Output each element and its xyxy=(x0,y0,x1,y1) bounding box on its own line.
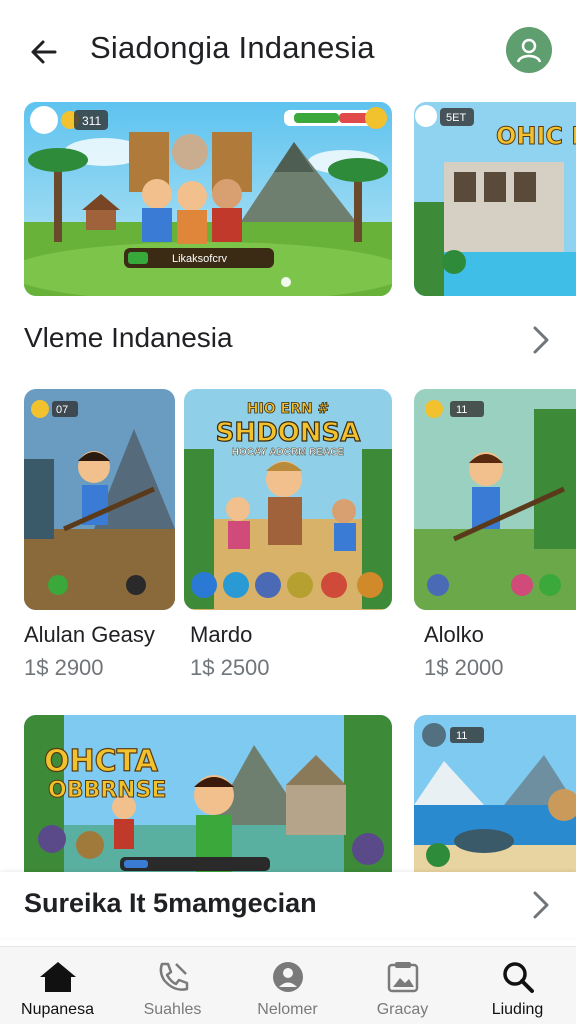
banner-logo-1: OHCTA xyxy=(44,744,159,779)
search-icon xyxy=(498,959,538,995)
account-icon xyxy=(516,38,542,63)
banner-game-card-2[interactable]: 11 xyxy=(414,715,576,885)
game-price: 1$ 2000 xyxy=(424,655,504,680)
app-bar: Siadongia Indanesia xyxy=(0,0,576,100)
nav-label: Suahles xyxy=(143,1001,202,1018)
featured-game-card[interactable]: 311 Likaksofcrv xyxy=(24,102,392,296)
nav-item-home[interactable]: Nupanesa xyxy=(0,947,115,1024)
nav-label: Liuding xyxy=(491,1001,544,1018)
chevron-right-icon xyxy=(533,891,549,919)
game-card[interactable]: 11 xyxy=(414,389,576,610)
section-banner[interactable]: Sureika It 5mamgecian xyxy=(0,872,576,938)
game-card[interactable]: 07 xyxy=(24,389,175,610)
game-sub-text: HOCAY ADCRM REACE xyxy=(232,447,345,458)
nav-item-profile[interactable]: Nelomer xyxy=(230,947,345,1024)
page-title: Siadongia Indanesia xyxy=(90,30,375,65)
game-price: 1$ 2500 xyxy=(190,655,270,680)
arrow-left-icon xyxy=(31,40,57,64)
section-header: Vleme Indanesia xyxy=(0,312,576,368)
back-button[interactable] xyxy=(22,30,66,74)
nav-label: Nupanesa xyxy=(21,1001,94,1018)
game-logo: SHDONSA xyxy=(216,418,361,448)
nav-item-search[interactable]: Liuding xyxy=(460,947,575,1024)
game-name: Alolko xyxy=(424,622,484,647)
game-top-text: HIO ERN # xyxy=(247,401,329,417)
featured-progress-label: Likaksofcrv xyxy=(172,253,228,265)
profile-avatar-button[interactable] xyxy=(506,27,552,73)
nav-item-gallery[interactable]: Gracay xyxy=(345,947,460,1024)
phone-icon xyxy=(153,959,193,995)
game-name: Mardo xyxy=(190,622,253,647)
banner-2-badge: 11 xyxy=(456,730,467,742)
section-more-button[interactable] xyxy=(524,320,558,360)
banner-logo-2: OBBRNSE xyxy=(48,778,166,803)
gallery-icon xyxy=(383,959,423,995)
nav-label: Nelomer xyxy=(257,1001,318,1018)
banner-artwork-2: 11 xyxy=(414,715,576,885)
game-artwork: HIO ERN # SHDONSA HOCAY ADCRM REACE xyxy=(184,389,392,610)
section-banner-title: Sureika It 5mamgecian xyxy=(24,888,317,918)
section-banner-more-button[interactable] xyxy=(524,885,558,925)
game-badge: 07 xyxy=(56,404,68,416)
home-icon xyxy=(38,959,78,995)
banner-artwork: OHCTA OBBRNSE xyxy=(24,715,392,885)
user-circle-icon xyxy=(268,959,308,995)
nav-item-calls[interactable]: Suahles xyxy=(115,947,230,1024)
game-badge: 11 xyxy=(456,404,467,416)
featured-game-artwork: 311 Likaksofcrv xyxy=(24,102,392,296)
section-title: Vleme Indanesia xyxy=(24,322,233,353)
banner-game-card[interactable]: OHCTA OBBRNSE xyxy=(24,715,392,885)
featured-2-badge: 5ЕТ xyxy=(446,112,466,124)
featured-game-artwork-2: 5ЕТ OHIC BIRL xyxy=(414,102,576,296)
nav-label: Gracay xyxy=(376,1001,429,1018)
game-card[interactable]: HIO ERN # SHDONSA HOCAY ADCRM REACE xyxy=(184,389,392,610)
featured-game-card-2[interactable]: 5ЕТ OHIC BIRL xyxy=(414,102,576,296)
game-price: 1$ 2900 xyxy=(24,655,104,680)
game-name: Alulan Geasy xyxy=(24,622,155,647)
featured-badge-count: 311 xyxy=(82,114,101,128)
chevron-right-icon xyxy=(533,326,549,354)
featured-2-logo: OHIC BIRL xyxy=(496,122,576,150)
bottom-navigation: Nupanesa Suahles Nelomer Gracay Liuding xyxy=(0,946,576,1024)
game-artwork: 07 xyxy=(24,389,175,610)
game-artwork: 11 xyxy=(414,389,576,610)
